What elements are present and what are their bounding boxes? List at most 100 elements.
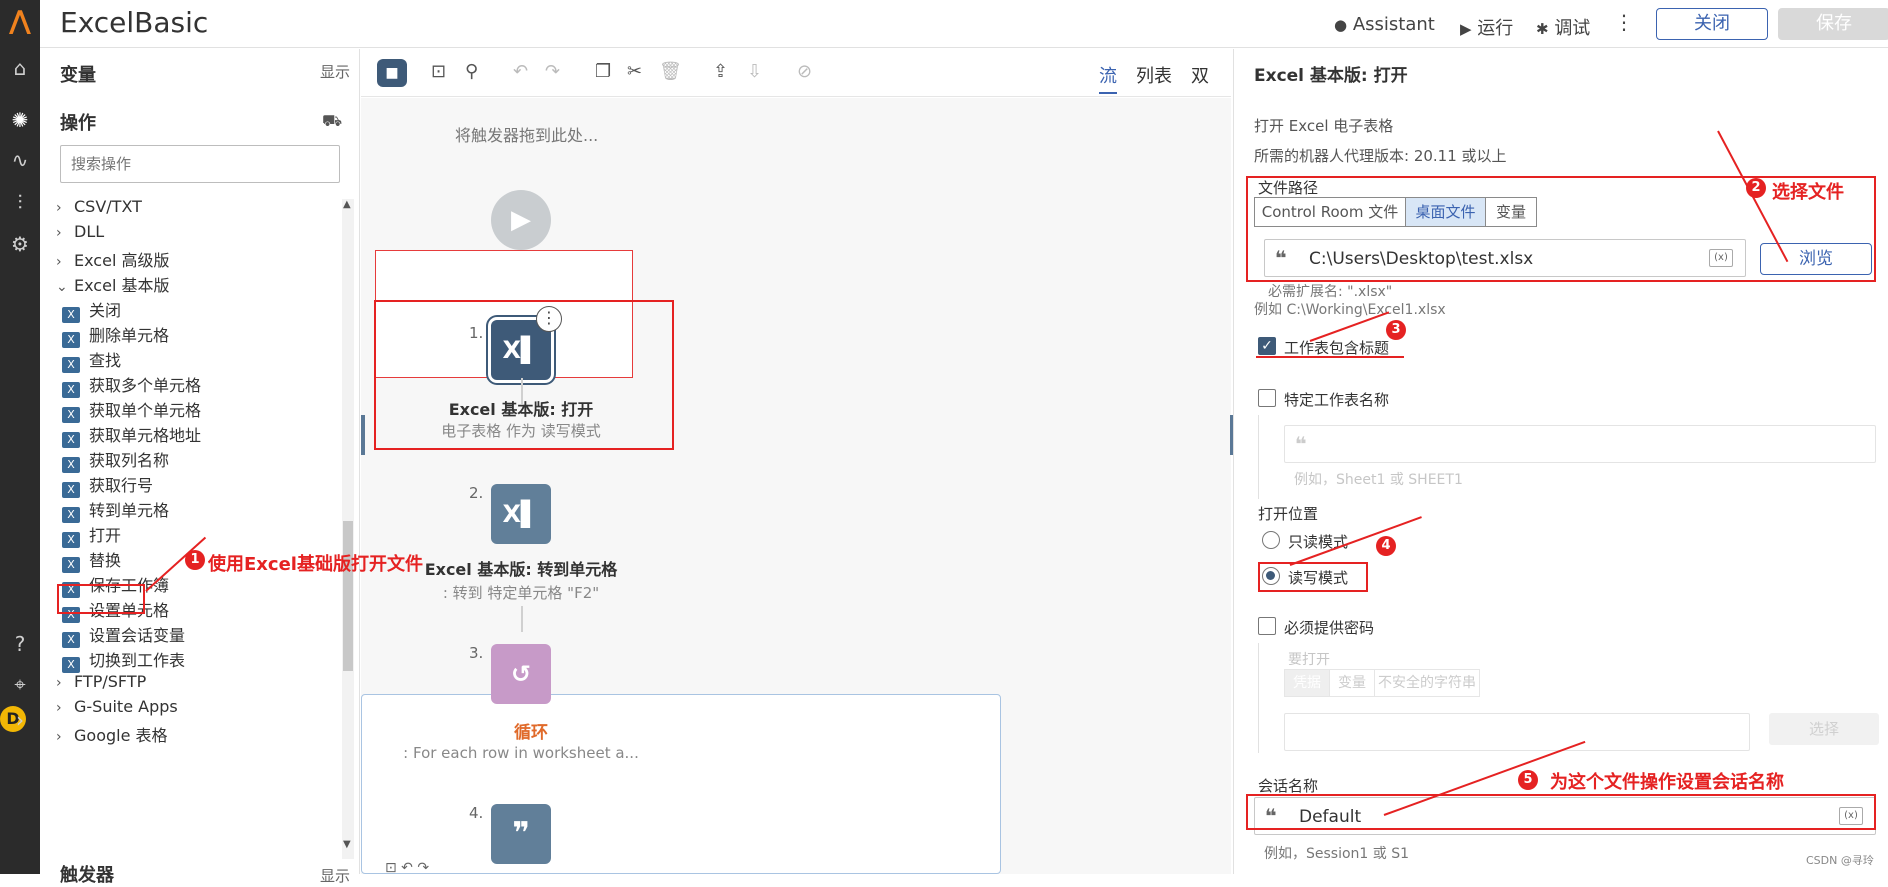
tree-item-label: 打开 bbox=[89, 526, 122, 545]
tree-item-get-single-cell[interactable]: X 获取单个单元格 bbox=[62, 397, 201, 423]
tab-dual[interactable]: 双 bbox=[1191, 62, 1209, 88]
save-button[interactable]: 保存 bbox=[1778, 8, 1888, 40]
tree-item-label: CSV/TXT bbox=[74, 197, 142, 216]
tree-item-switch-worksheet[interactable]: X 切换到工作表 bbox=[62, 647, 186, 673]
tab-credential: 凭据 bbox=[1284, 669, 1330, 697]
tree-item-gsuite[interactable]: › G-Suite Apps bbox=[56, 697, 178, 721]
tree-item-get-column-name[interactable]: X 获取列名称 bbox=[62, 447, 169, 473]
tab-list[interactable]: 列表 bbox=[1136, 62, 1172, 88]
connector bbox=[521, 606, 523, 632]
scroll-down-icon[interactable]: ▼ bbox=[343, 839, 351, 850]
flow-canvas[interactable]: 将触发器拖到此处... ▶ 开始 1. X▌ ⋮ Excel 基本版: 打开 电… bbox=[361, 98, 1231, 876]
tree-item-label: 切换到工作表 bbox=[89, 651, 186, 670]
tree-item-ftp[interactable]: › FTP/SFTP bbox=[56, 672, 146, 696]
comment-icon[interactable]: ❞ bbox=[491, 804, 551, 864]
loop-icon[interactable]: ↺ bbox=[491, 644, 551, 704]
variables-heading: 变量 bbox=[60, 65, 96, 86]
actions-heading: 操作 bbox=[60, 113, 96, 134]
bots-icon[interactable]: ✺ bbox=[0, 100, 40, 140]
node-subtitle: : 转到 特定单元格 "F2" bbox=[442, 584, 600, 602]
help-icon[interactable]: ? bbox=[0, 624, 40, 664]
collapse-icon[interactable]: › bbox=[0, 700, 40, 740]
cart-icon[interactable]: ⛟ bbox=[322, 111, 342, 132]
disable-icon[interactable]: ⊘ bbox=[797, 61, 812, 82]
location-icon[interactable]: ⌖ bbox=[0, 664, 40, 704]
export-icon[interactable]: ⇪ bbox=[713, 61, 728, 82]
tree-item-label: DLL bbox=[74, 222, 105, 241]
excel-icon: X bbox=[62, 432, 80, 448]
readonly-radio[interactable] bbox=[1262, 531, 1280, 549]
tree-item-close[interactable]: X 关闭 bbox=[62, 297, 121, 323]
excel-icon: X bbox=[62, 357, 80, 373]
annotation-text: 使用Excel基础版打开文件 bbox=[208, 554, 423, 575]
search-input[interactable] bbox=[60, 145, 340, 183]
tree-item-set-session-variable[interactable]: X 设置会话变量 bbox=[62, 622, 185, 648]
chevron-right-icon: › bbox=[56, 254, 62, 270]
find-in-flow-icon[interactable]: ⊡ bbox=[431, 61, 446, 82]
tree-item-csv[interactable]: › CSV/TXT bbox=[56, 197, 142, 221]
more-menu-icon[interactable]: ⋮ bbox=[1614, 10, 1634, 34]
tree-item-label: 删除单元格 bbox=[89, 326, 170, 345]
cut-icon[interactable]: ✂ bbox=[627, 61, 642, 82]
tree-item-get-row-number[interactable]: X 获取行号 bbox=[62, 472, 154, 498]
tab-pwd-variable: 变量 bbox=[1329, 669, 1375, 697]
tree-item-open[interactable]: X 打开 bbox=[62, 522, 122, 548]
delete-icon[interactable]: 🗑 bbox=[659, 61, 682, 82]
tree-item-excel-advanced[interactable]: › Excel 高级版 bbox=[56, 247, 169, 271]
chevron-right-icon: › bbox=[56, 675, 62, 691]
annotation-box-session bbox=[1246, 794, 1876, 830]
session-name-example: 例如，Session1 或 S1 bbox=[1264, 846, 1410, 862]
tree-item-replace[interactable]: X 替换 bbox=[62, 547, 121, 573]
variables-show-link[interactable]: 显示 bbox=[320, 61, 350, 82]
tree-item-go-to-cell[interactable]: X 转到单元格 bbox=[62, 497, 169, 523]
loop-container[interactable] bbox=[361, 694, 1001, 874]
annotation-number: 5 bbox=[1518, 770, 1538, 790]
excel-icon: X bbox=[62, 307, 80, 323]
tree-item-label: 获取行号 bbox=[89, 476, 154, 495]
close-button[interactable]: 关闭 bbox=[1656, 8, 1768, 40]
tree-item-label: 获取多个单元格 bbox=[89, 376, 202, 395]
search-icon[interactable]: ⚲ bbox=[465, 61, 478, 82]
tree-item-delete-cells[interactable]: X 删除单元格 bbox=[62, 322, 170, 348]
redo-icon[interactable]: ↷ bbox=[545, 61, 560, 82]
tree-item-get-cell-address[interactable]: X 获取单元格地址 bbox=[62, 422, 201, 448]
play-icon: ▶ bbox=[1460, 20, 1472, 38]
tree-item-dll[interactable]: › DLL bbox=[56, 222, 104, 246]
indent-line bbox=[1258, 415, 1259, 499]
annotation-number: 1 bbox=[185, 550, 205, 570]
manage-icon[interactable]: ⫶ bbox=[0, 182, 40, 222]
excel-goto-icon[interactable]: X▌ bbox=[491, 484, 551, 544]
extension-hint: 必需扩展名: ".xlsx" bbox=[1268, 284, 1393, 300]
sheet-name-field: ❝ bbox=[1284, 425, 1876, 463]
chevron-down-icon: ⌄ bbox=[56, 279, 68, 295]
run-button[interactable]: ▶ 运行 bbox=[1460, 14, 1513, 40]
tree-item-google-sheets[interactable]: › Google 表格 bbox=[56, 722, 168, 746]
chevron-right-icon: › bbox=[56, 200, 62, 216]
trigger-drop-hint[interactable]: 将触发器拖到此处... bbox=[455, 122, 598, 146]
debug-button[interactable]: ✱ 调试 bbox=[1536, 14, 1590, 40]
tree-item-excel-basic[interactable]: ⌄ Excel 基本版 bbox=[56, 272, 169, 296]
scrollbar-thumb[interactable] bbox=[343, 521, 353, 671]
tab-insecure-string: 不安全的字符串 bbox=[1374, 669, 1480, 697]
copy-icon[interactable]: ❐ bbox=[595, 61, 611, 82]
triggers-show-link[interactable]: 显示 bbox=[320, 865, 350, 886]
left-splitter-handle[interactable] bbox=[361, 415, 365, 455]
specific-sheet-checkbox[interactable] bbox=[1258, 389, 1276, 407]
password-required-label: 必须提供密码 bbox=[1284, 619, 1375, 637]
assistant-button[interactable]: ● Assistant bbox=[1334, 14, 1435, 35]
quote-icon: ❝ bbox=[1295, 432, 1307, 456]
excel-icon: X bbox=[62, 332, 80, 348]
annotation-underline-header bbox=[1256, 332, 1404, 358]
home-icon[interactable]: ⌂ bbox=[0, 48, 40, 88]
activity-icon[interactable]: ∿ bbox=[0, 140, 40, 180]
scroll-up-icon[interactable]: ▲ bbox=[343, 199, 351, 210]
import-icon[interactable]: ⇩ bbox=[747, 61, 762, 82]
tree-item-get-multiple-cells[interactable]: X 获取多个单元格 bbox=[62, 372, 202, 398]
excel-icon: X bbox=[62, 482, 80, 498]
settings-icon[interactable]: ⚙ bbox=[0, 224, 40, 264]
record-icon[interactable]: ■ bbox=[377, 59, 407, 87]
tree-item-find[interactable]: X 查找 bbox=[62, 347, 121, 373]
password-required-checkbox[interactable] bbox=[1258, 617, 1276, 635]
tab-flow[interactable]: 流 bbox=[1099, 62, 1117, 94]
undo-icon[interactable]: ↶ bbox=[513, 61, 528, 82]
